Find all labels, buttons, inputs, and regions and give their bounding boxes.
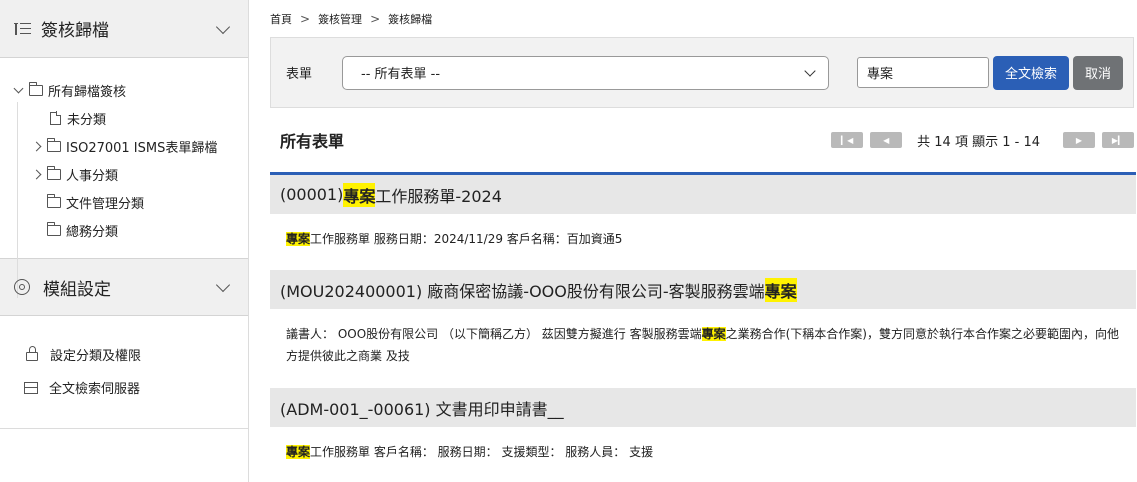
search-highlight: 專案	[764, 277, 797, 302]
sidebar-section-title: 簽核歸檔	[41, 21, 109, 41]
search-input-value: 專案	[867, 67, 894, 82]
result-title-text: (MOU202400001) 廠商保密協議-OOO股份有限公司-客製服務雲端	[280, 281, 765, 301]
folder-icon	[28, 81, 43, 96]
result-title-text: (00001)	[280, 185, 344, 204]
tree-item-label: 未分類	[67, 112, 107, 128]
breadcrumb-current: 簽核歸檔	[388, 12, 433, 26]
caret-right-icon[interactable]	[31, 169, 41, 179]
fulltext-search-button[interactable]: 全文檢索	[993, 55, 1070, 90]
last-page-button[interactable]: ▶▎	[1102, 132, 1134, 148]
first-page-icon: ▎◀	[841, 135, 854, 145]
tree-item-iso27001[interactable]: ISO27001 ISMS表單歸檔	[0, 132, 248, 160]
folder-icon	[46, 221, 61, 236]
cancel-button[interactable]: 取消	[1073, 55, 1124, 90]
result-item: (MOU202400001) 廠商保密協議-OOO股份有限公司-客製服務雲端 專案…	[270, 270, 1137, 388]
last-page-icon: ▶▎	[1111, 135, 1125, 145]
menu-item-label: 設定分類及權限	[50, 349, 142, 364]
chevron-down-icon	[804, 64, 816, 77]
tree-item-general[interactable]: 總務分類	[0, 216, 248, 244]
tree-item-label: 文件管理分類	[66, 196, 145, 212]
gear-icon	[14, 279, 30, 295]
tree-item-label: ISO27001 ISMS表單歸檔	[66, 140, 218, 156]
pager-info: 共 14 項 顯示 1 - 14	[917, 134, 1040, 150]
result-title-text: 工作服務單-2024	[375, 186, 502, 206]
form-select-value: -- 所有表單 --	[361, 67, 441, 82]
result-snippet: 專案工作服務單 服務日期：2024/11/29 客戶名稱：百加資通5	[270, 214, 1136, 270]
search-highlight: 專案	[343, 182, 376, 207]
archive-tree: 所有歸檔簽核 未分類 ISO27001 ISMS表單歸檔 人事分類 文件管理分類	[0, 58, 248, 298]
tree-item-label: 所有歸檔簽核	[48, 84, 127, 100]
menu-item-category-permissions[interactable]: 設定分類及權限	[24, 338, 248, 371]
caret-down-icon[interactable]	[13, 83, 23, 93]
search-highlight: 專案	[286, 445, 311, 459]
result-title[interactable]: (MOU202400001) 廠商保密協議-OOO股份有限公司-客製服務雲端 專案	[270, 270, 1136, 309]
sidebar-section-module-settings[interactable]: 模組設定	[0, 258, 248, 316]
folder-icon	[46, 165, 61, 180]
next-page-button[interactable]: ▶	[1063, 132, 1095, 148]
filter-bar: 表單 -- 所有表單 -- 專案 全文檢索 取消	[270, 37, 1134, 108]
form-select[interactable]: -- 所有表單 --	[342, 55, 829, 90]
prev-page-icon: ◀	[883, 135, 890, 145]
result-snippet-text: 工作服務單 服務日期：2024/11/29 客戶名稱：百加資通5	[310, 232, 623, 246]
tree-item-docs[interactable]: 文件管理分類	[0, 188, 248, 216]
server-icon	[24, 381, 38, 394]
breadcrumb: 首頁 > 簽核管理 > 簽核歸檔	[270, 0, 1137, 37]
result-snippet-text: 議書人： OOO股份有限公司 （以下簡稱乙方） 茲因雙方擬進行 客製服務雲端	[286, 327, 702, 341]
chevron-down-icon[interactable]	[215, 19, 231, 34]
folder-icon	[46, 137, 61, 152]
search-input[interactable]: 專案	[857, 57, 989, 88]
result-snippet: 專案工作服務單 客戶名稱： 服務日期： 支援類型： 服務人員： 支援	[270, 427, 1136, 482]
result-snippet-text: 工作服務單 客戶名稱： 服務日期： 支援類型： 服務人員： 支援	[310, 445, 654, 459]
menu-item-fulltext-server[interactable]: 全文檢索伺服器	[24, 371, 248, 404]
lock-icon	[26, 346, 38, 361]
result-snippet: 議書人： OOO股份有限公司 （以下簡稱乙方） 茲因雙方擬進行 客製服務雲端專案…	[270, 309, 1136, 388]
result-title[interactable]: (ADM-001_-00061) 文書用印申請書__	[270, 388, 1136, 427]
chevron-right-icon: >	[300, 11, 311, 26]
result-title-text: (ADM-001_-00061) 文書用印申請書__	[280, 399, 564, 419]
sidebar-section-archive[interactable]: 簽核歸檔	[0, 0, 248, 58]
main-content: 首頁 > 簽核管理 > 簽核歸檔 表單 -- 所有表單 -- 專案 全文檢索 取…	[249, 0, 1137, 482]
first-page-button[interactable]: ▎◀	[831, 132, 864, 148]
list-header: 所有表單 ▎◀ ◀ 共 14 項 顯示 1 - 14 ▶ ▶▎	[270, 108, 1134, 172]
result-item: (00001) 專案 工作服務單-2024 專案工作服務單 服務日期：2024/1…	[270, 175, 1137, 270]
settings-menu: 設定分類及權限 全文檢索伺服器	[0, 316, 248, 429]
sidebar: 簽核歸檔 所有歸檔簽核 未分類 ISO27001 ISMS表單歸檔 人事分類 文…	[0, 0, 249, 482]
tree-item-label: 人事分類	[66, 168, 119, 184]
next-page-icon: ▶	[1075, 135, 1083, 145]
form-label: 表單	[286, 67, 313, 82]
result-item: (ADM-001_-00061) 文書用印申請書__ 專案工作服務單 客戶名稱：…	[270, 388, 1137, 482]
result-title[interactable]: (00001) 專案 工作服務單-2024	[270, 175, 1136, 214]
chevron-down-icon[interactable]	[215, 277, 231, 293]
tree-item-hr[interactable]: 人事分類	[0, 160, 248, 188]
prev-page-button[interactable]: ◀	[870, 132, 903, 148]
tree-item-uncategorized[interactable]: 未分類	[0, 104, 248, 132]
search-highlight: 專案	[286, 232, 311, 246]
search-highlight: 專案	[701, 327, 726, 341]
list-tree-icon	[14, 22, 31, 36]
list-title: 所有表單	[280, 132, 345, 151]
sidebar-section-title: 模組設定	[43, 279, 111, 300]
tree-item-label: 總務分類	[66, 224, 119, 240]
breadcrumb-home[interactable]: 首頁	[270, 11, 292, 27]
tree-item-root[interactable]: 所有歸檔簽核	[0, 76, 248, 104]
menu-item-label: 全文檢索伺服器	[49, 382, 141, 397]
breadcrumb-approval[interactable]: 簽核管理	[318, 11, 362, 27]
chevron-right-icon: >	[370, 11, 381, 26]
caret-right-icon[interactable]	[31, 141, 41, 151]
folder-icon	[46, 193, 61, 208]
file-icon	[50, 111, 62, 125]
